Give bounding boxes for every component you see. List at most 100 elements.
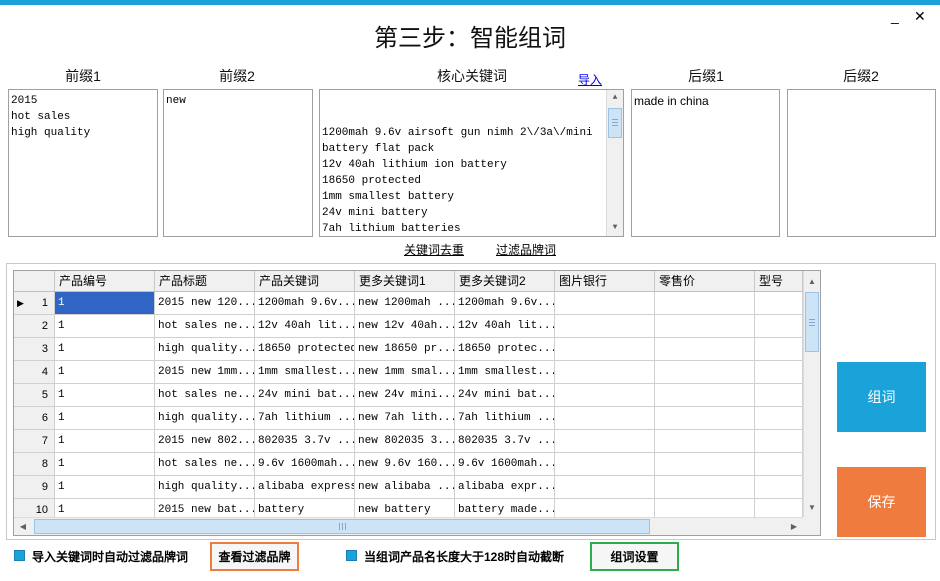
grid-cell[interactable]: 1mm smallest... — [255, 361, 355, 384]
grid-cell[interactable] — [755, 476, 803, 499]
grid-cell[interactable] — [655, 361, 755, 384]
grid-cell[interactable]: 2015 new 802... — [155, 430, 255, 453]
grid-cell[interactable]: 1 — [55, 361, 155, 384]
grid-cell[interactable] — [555, 453, 655, 476]
grid-scroll-right-icon[interactable]: ▶ — [785, 518, 803, 535]
grid-cell[interactable] — [755, 384, 803, 407]
grid-cell[interactable] — [555, 292, 655, 315]
table-row[interactable]: 7 1 2015 new 802... 802035 3.7v ... new 8020… — [14, 430, 803, 453]
grid-scroll-down-icon[interactable]: ▼ — [804, 499, 820, 515]
combine-settings-button[interactable]: 组词设置 — [590, 542, 679, 571]
row-number[interactable]: 5 — [14, 384, 55, 407]
grid-cell[interactable] — [655, 407, 755, 430]
auto-filter-checkbox[interactable] — [14, 550, 25, 561]
grid-cell[interactable]: 12v 40ah lit... — [455, 315, 555, 338]
row-number[interactable]: 2 — [14, 315, 55, 338]
grid-cell[interactable]: 18650 protected — [255, 338, 355, 361]
grid-column-header[interactable]: 图片银行 — [555, 271, 655, 291]
grid-cell[interactable] — [755, 315, 803, 338]
row-number[interactable]: 9 — [14, 476, 55, 499]
grid-horizontal-scrollbar[interactable]: ◀ ▶ — [14, 517, 803, 535]
table-row[interactable]: 3 1 high quality... 18650 protected new 1865… — [14, 338, 803, 361]
grid-cell[interactable]: new 7ah lith... — [355, 407, 455, 430]
grid-cell[interactable]: 2015 new 1mm... — [155, 361, 255, 384]
grid-cell[interactable] — [655, 453, 755, 476]
grid-cell[interactable]: 1 — [55, 476, 155, 499]
row-number[interactable]: 6 — [14, 407, 55, 430]
table-row[interactable]: 4 1 2015 new 1mm... 1mm smallest... new 1mm … — [14, 361, 803, 384]
grid-column-header[interactable]: 型号 — [755, 271, 803, 291]
grid-cell[interactable] — [555, 430, 655, 453]
grid-cell[interactable]: 2015 new 120... — [155, 292, 255, 315]
grid-cell[interactable]: 1 — [55, 384, 155, 407]
save-button[interactable]: 保存 — [837, 467, 926, 537]
suffix1-textarea[interactable]: made in china — [631, 89, 780, 237]
grid-cell[interactable] — [555, 315, 655, 338]
grid-cell[interactable] — [655, 430, 755, 453]
grid-cell[interactable] — [755, 338, 803, 361]
grid-cell[interactable]: 1 — [55, 338, 155, 361]
product-grid[interactable]: 产品编号 产品标题 产品关键词 更多关键词1 更多关键词2 图片银行 零售价 型号 ▶ 1 1 20… — [13, 270, 821, 536]
grid-cell[interactable]: new 12v 40ah... — [355, 315, 455, 338]
grid-cell[interactable]: 802035 3.7v ... — [255, 430, 355, 453]
grid-cell[interactable]: 9.6v 1600mah... — [255, 453, 355, 476]
combine-button[interactable]: 组词 — [837, 362, 926, 432]
table-row[interactable]: 9 1 high quality... alibaba express new alib… — [14, 476, 803, 499]
row-number[interactable]: ▶ 1 — [14, 292, 55, 315]
grid-vscroll-thumb[interactable] — [805, 292, 819, 352]
table-row[interactable]: 2 1 hot sales ne... 12v 40ah lit... new 12v … — [14, 315, 803, 338]
table-row[interactable]: 6 1 high quality... 7ah lithium ... new 7ah … — [14, 407, 803, 430]
core-vertical-scrollbar[interactable]: ▲ ▼ — [606, 90, 623, 236]
grid-cell[interactable]: new 24v mini... — [355, 384, 455, 407]
grid-scroll-up-icon[interactable]: ▲ — [804, 273, 820, 289]
table-row[interactable]: ▶ 1 1 2015 new 120... 1200mah 9.6v... new 120… — [14, 292, 803, 315]
grid-cell[interactable]: 802035 3.7v ... — [455, 430, 555, 453]
grid-cell[interactable] — [555, 384, 655, 407]
import-link[interactable]: 导入 — [578, 71, 602, 88]
grid-cell[interactable]: high quality... — [155, 338, 255, 361]
grid-column-header[interactable]: 产品关键词 — [255, 271, 355, 291]
grid-cell[interactable]: new alibaba ... — [355, 476, 455, 499]
grid-vertical-scrollbar[interactable]: ▲ ▼ — [803, 271, 820, 517]
row-number[interactable]: 4 — [14, 361, 55, 384]
prefix2-textarea[interactable]: new — [163, 89, 313, 237]
grid-cell[interactable]: high quality... — [155, 407, 255, 430]
grid-cell[interactable]: 12v 40ah lit... — [255, 315, 355, 338]
grid-cell[interactable]: 7ah lithium ... — [455, 407, 555, 430]
row-number[interactable]: 3 — [14, 338, 55, 361]
grid-cell[interactable] — [655, 315, 755, 338]
table-row[interactable]: 5 1 hot sales ne... 24v mini bat... new 24v … — [14, 384, 803, 407]
grid-cell[interactable]: new 9.6v 160... — [355, 453, 455, 476]
grid-cell[interactable]: alibaba express — [255, 476, 355, 499]
scroll-thumb[interactable] — [608, 108, 622, 138]
scroll-down-icon[interactable]: ▼ — [607, 220, 623, 236]
grid-cell[interactable]: alibaba expr... — [455, 476, 555, 499]
grid-cell[interactable] — [555, 476, 655, 499]
grid-column-header[interactable]: 更多关键词2 — [455, 271, 555, 291]
row-number[interactable]: 8 — [14, 453, 55, 476]
grid-cell[interactable]: hot sales ne... — [155, 453, 255, 476]
grid-cell[interactable]: 1 — [55, 407, 155, 430]
prefix1-textarea[interactable]: 2015 hot sales high quality — [8, 89, 158, 237]
grid-column-header[interactable]: 产品标题 — [155, 271, 255, 291]
grid-cell[interactable]: high quality... — [155, 476, 255, 499]
grid-cell[interactable]: 1 — [55, 453, 155, 476]
grid-cell[interactable] — [555, 407, 655, 430]
table-row[interactable]: 8 1 hot sales ne... 9.6v 1600mah... new 9.6v… — [14, 453, 803, 476]
grid-cell[interactable]: 9.6v 1600mah... — [455, 453, 555, 476]
grid-cell[interactable] — [755, 292, 803, 315]
grid-cell[interactable]: 24v mini bat... — [455, 384, 555, 407]
grid-cell[interactable]: 24v mini bat... — [255, 384, 355, 407]
filter-brand-words-link[interactable]: 过滤品牌词 — [496, 241, 556, 258]
grid-cell[interactable]: new 1200mah ... — [355, 292, 455, 315]
grid-column-header[interactable]: 更多关键词1 — [355, 271, 455, 291]
grid-cell[interactable]: new 1mm smal... — [355, 361, 455, 384]
grid-cell[interactable] — [655, 338, 755, 361]
grid-cell[interactable] — [655, 292, 755, 315]
grid-hscroll-thumb[interactable] — [34, 519, 650, 534]
grid-cell[interactable] — [555, 338, 655, 361]
grid-cell[interactable] — [755, 430, 803, 453]
grid-cell[interactable]: 1mm smallest... — [455, 361, 555, 384]
grid-cell[interactable] — [555, 361, 655, 384]
grid-column-header[interactable]: 产品编号 — [55, 271, 155, 291]
